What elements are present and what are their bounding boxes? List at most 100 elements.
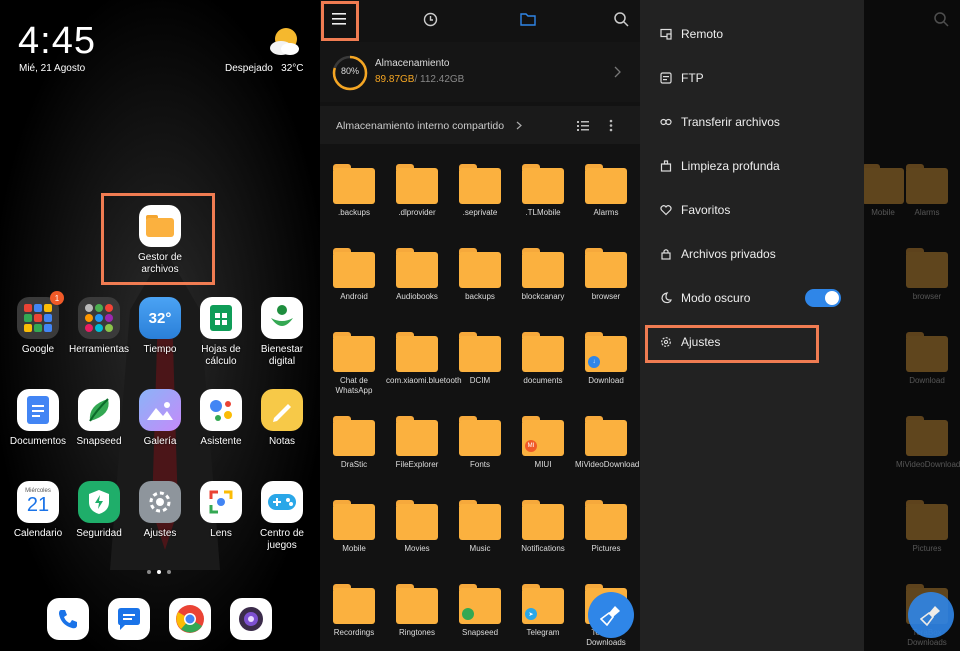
menu-item-remote[interactable]: Remoto: [660, 24, 723, 44]
weather-widget[interactable]: Despejado 32°C: [225, 63, 304, 74]
gear-icon: [661, 337, 671, 347]
folder-item[interactable]: [459, 248, 501, 288]
folder-item[interactable]: [333, 248, 375, 288]
sun-icon: [270, 28, 299, 55]
list-view-icon[interactable]: [577, 121, 589, 131]
menu-item-dark-mode[interactable]: Modo oscuro: [660, 288, 750, 308]
folder-body-shape: [333, 252, 375, 288]
clean-button[interactable]: [908, 592, 954, 638]
chevron-right-icon: [516, 121, 522, 130]
tools-folder-icon[interactable]: [78, 297, 120, 339]
folder-item[interactable]: [585, 164, 627, 204]
folder-body-shape: [585, 504, 627, 540]
folder-label: MIUI: [534, 460, 552, 469]
menu-item-private-files[interactable]: Archivos privados: [660, 244, 776, 264]
clean-button[interactable]: [588, 592, 634, 638]
folder-item[interactable]: [522, 332, 564, 372]
folder-item[interactable]: [396, 584, 438, 624]
folder-item[interactable]: [585, 500, 627, 540]
folder-body-shape: [906, 168, 948, 204]
folder-item[interactable]: [396, 416, 438, 456]
folder-label: blockcanary: [521, 292, 565, 301]
folder-item[interactable]: [459, 500, 501, 540]
sheets-icon[interactable]: [200, 297, 242, 339]
shield-icon: [89, 490, 109, 514]
app-label-security: Seguridad: [76, 528, 122, 539]
app-label-assistant: Asistente: [200, 436, 242, 447]
folder-body-shape: [906, 504, 948, 540]
camera-icon[interactable]: [230, 598, 272, 640]
menu-item-transfer[interactable]: Transferir archivos: [660, 112, 780, 132]
assistant-icon[interactable]: [200, 389, 242, 431]
chrome-icon[interactable]: [169, 598, 211, 640]
folder-item[interactable]: [333, 164, 375, 204]
folder-item[interactable]: [522, 500, 564, 540]
folder-body-shape: [396, 252, 438, 288]
game-center-icon[interactable]: [261, 481, 303, 523]
recent-clock-icon[interactable]: [423, 12, 438, 27]
weather-condition: Despejado: [225, 63, 273, 74]
folder-item[interactable]: [333, 500, 375, 540]
wellbeing-icon[interactable]: [261, 297, 303, 339]
app-label-settings: Ajustes: [143, 528, 177, 539]
folder-item[interactable]: [396, 500, 438, 540]
folder-label: Snapseed: [461, 628, 499, 637]
miui-badge-icon: MI: [525, 440, 537, 452]
app-label-weather: Tiempo: [143, 344, 177, 355]
app-label-gallery: Galería: [143, 436, 177, 447]
folder-item[interactable]: [396, 248, 438, 288]
breadcrumb[interactable]: Almacenamiento interno compartido: [336, 120, 504, 132]
more-options-icon[interactable]: [609, 119, 613, 132]
hamburger-menu-icon[interactable]: [332, 13, 346, 25]
page-indicator: [147, 570, 171, 574]
menu-item-settings[interactable]: Ajustes: [660, 332, 720, 352]
folder-body-shape: [333, 504, 375, 540]
folder-item[interactable]: [522, 248, 564, 288]
folder-body-shape: [333, 588, 375, 624]
folder-item[interactable]: [459, 416, 501, 456]
gallery-icon[interactable]: [139, 389, 181, 431]
search-icon[interactable]: [614, 12, 629, 27]
menu-item-deep-clean[interactable]: Limpieza profunda: [660, 156, 780, 176]
background-folder-label: browser: [912, 292, 942, 301]
calendar-icon[interactable]: Miércoles 21: [17, 481, 59, 523]
folder-item[interactable]: [585, 416, 627, 456]
weather-app-icon[interactable]: 32°: [139, 297, 181, 339]
snapseed-badge-icon: [462, 608, 474, 620]
folder-item[interactable]: [333, 332, 375, 372]
folder-item[interactable]: [396, 164, 438, 204]
folder-item[interactable]: [396, 332, 438, 372]
folder-label: Android: [340, 292, 368, 301]
docs-icon[interactable]: [17, 389, 59, 431]
folder-item[interactable]: [333, 584, 375, 624]
dark-mode-toggle[interactable]: [805, 289, 841, 307]
folder-body-shape: [459, 336, 501, 372]
toggle-knob: [825, 291, 839, 305]
folder-item[interactable]: [522, 164, 564, 204]
folder-item[interactable]: [333, 416, 375, 456]
folder-tab-icon[interactable]: [520, 12, 536, 26]
security-icon[interactable]: [78, 481, 120, 523]
notes-icon[interactable]: [261, 389, 303, 431]
lock-icon: [661, 249, 671, 260]
folder-item[interactable]: [585, 248, 627, 288]
remote-icon: [660, 28, 672, 40]
file-manager-app[interactable]: [139, 205, 181, 247]
folder-item[interactable]: [459, 164, 501, 204]
app-label-sheets: Hojas de cálculo: [201, 344, 241, 367]
folder-label: Chat de WhatsApp: [335, 376, 373, 395]
folder-label: Telegram: [526, 628, 560, 637]
menu-item-favorites[interactable]: Favoritos: [660, 200, 730, 220]
page-dot-active: [157, 570, 161, 574]
folder-label: Ringtones: [398, 628, 436, 637]
storage-card[interactable]: 80% Almacenamiento 89.87GB/ 112.42GB: [320, 42, 640, 102]
app-label-wellbeing: Bienestar digital: [260, 344, 304, 367]
lens-icon[interactable]: [200, 481, 242, 523]
folder-label: Download: [588, 376, 624, 385]
settings-app-icon[interactable]: [139, 481, 181, 523]
menu-item-ftp[interactable]: FTP: [660, 68, 704, 88]
messages-icon[interactable]: [108, 598, 150, 640]
snapseed-icon[interactable]: [78, 389, 120, 431]
folder-item[interactable]: [459, 332, 501, 372]
phone-icon[interactable]: [47, 598, 89, 640]
